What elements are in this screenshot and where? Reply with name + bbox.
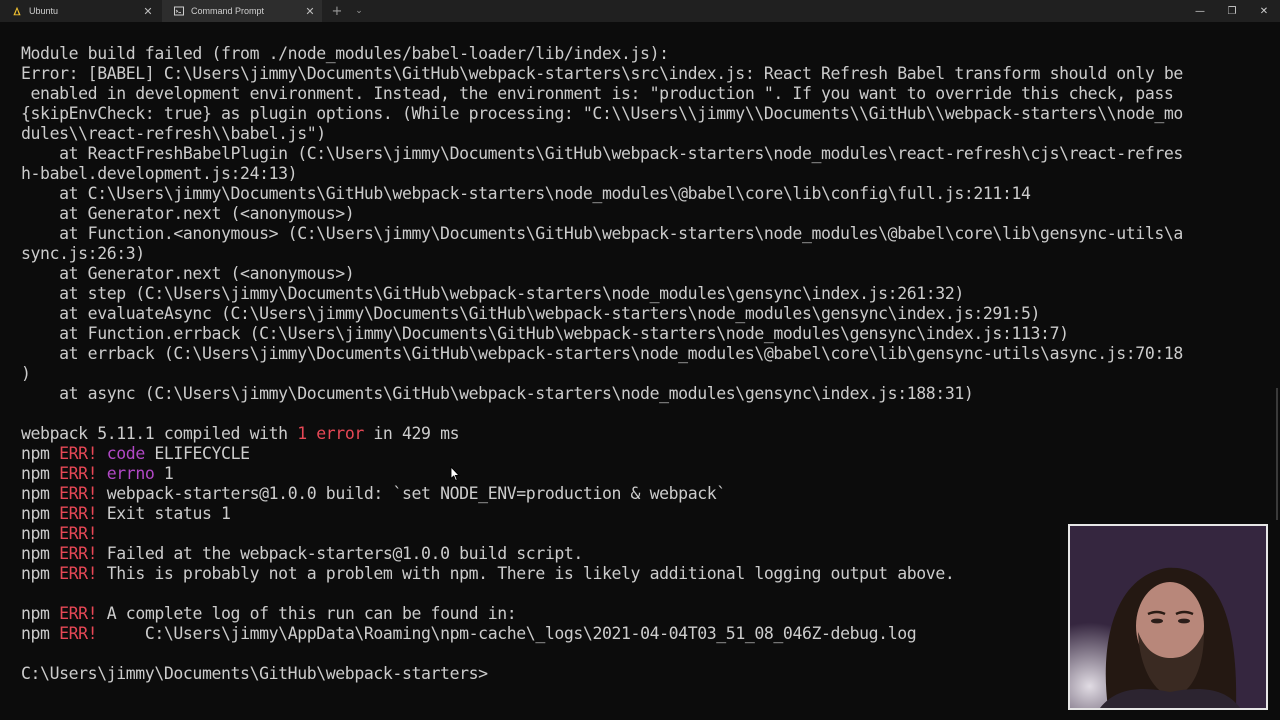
terminal-text: webpack-starters@1.0.0 build: `set NODE_… <box>97 484 726 503</box>
terminal-text: dules\\react-refresh\\babel.js") <box>21 124 326 143</box>
terminal-line: Module build failed (from ./node_modules… <box>21 44 1261 64</box>
terminal-text: Exit status 1 <box>97 504 231 523</box>
titlebar-drag-region[interactable] <box>370 0 1184 22</box>
terminal-text: at step (C:\Users\jimmy\Documents\GitHub… <box>21 284 964 303</box>
terminal-line: at Generator.next (<anonymous>) <box>21 204 1261 224</box>
new-tab-button[interactable]: + <box>326 0 348 22</box>
terminal-text: npm <box>21 504 60 523</box>
terminal-line: enabled in development environment. Inst… <box>21 84 1261 104</box>
terminal-text: at async (C:\Users\jimmy\Documents\GitHu… <box>21 384 974 403</box>
terminal-line: sync.js:26:3) <box>21 244 1261 264</box>
terminal-line: at Function.<anonymous> (C:\Users\jimmy\… <box>21 224 1261 244</box>
tab-label: Command Prompt <box>191 6 265 16</box>
terminal-line: at async (C:\Users\jimmy\Documents\GitHu… <box>21 384 1261 404</box>
terminal-line: at errback (C:\Users\jimmy\Documents\Git… <box>21 344 1261 364</box>
terminal-line: h-babel.development.js:24:13) <box>21 164 1261 184</box>
terminal-text: C:\Users\jimmy\Documents\GitHub\webpack-… <box>21 664 488 683</box>
error-text: ERR! <box>59 564 98 583</box>
terminal-text: at C:\Users\jimmy\Documents\GitHub\webpa… <box>21 184 1031 203</box>
webcam-overlay <box>1068 524 1268 710</box>
presenter-video-image <box>1070 526 1266 708</box>
terminal-text: in 429 ms <box>363 424 460 443</box>
terminal-text: Module build failed (from ./node_modules… <box>21 44 669 63</box>
terminal-line: Error: [BABEL] C:\Users\jimmy\Documents\… <box>21 64 1261 84</box>
terminal-line: at Generator.next (<anonymous>) <box>21 264 1261 284</box>
terminal-text: sync.js:26:3) <box>21 244 145 263</box>
terminal-line: npm ERR! code ELIFECYCLE <box>21 444 1261 464</box>
scrollbar[interactable] <box>1276 388 1278 520</box>
tab-command-prompt[interactable]: Command Prompt ✕ <box>162 0 322 22</box>
terminal-line: at step (C:\Users\jimmy\Documents\GitHub… <box>21 284 1261 304</box>
tab-label: Ubuntu <box>29 6 59 16</box>
terminal-line: ) <box>21 364 1261 384</box>
terminal-text: 1 <box>154 464 174 483</box>
tab-ubuntu[interactable]: Ubuntu ✕ <box>0 0 160 22</box>
terminal-text: This is probably not a problem with npm.… <box>97 564 955 583</box>
terminal-line: npm ERR! errno 1 <box>21 464 1261 484</box>
chevron-down-icon[interactable]: ⌄ <box>348 0 370 22</box>
terminal-text: h-babel.development.js:24:13) <box>21 164 298 183</box>
maximize-button[interactable]: ❐ <box>1216 0 1248 22</box>
cmd-icon <box>174 6 184 16</box>
terminal-line: webpack 5.11.1 compiled with 1 error in … <box>21 424 1261 444</box>
keyword-text: errno <box>106 464 155 483</box>
terminal-text: Error: [BABEL] C:\Users\jimmy\Documents\… <box>21 64 1183 83</box>
terminal-line: npm ERR! Exit status 1 <box>21 504 1261 524</box>
window-close-button[interactable]: ✕ <box>1248 0 1280 22</box>
error-text: ERR! <box>59 444 98 463</box>
error-text: ERR! <box>59 624 98 643</box>
terminal-text: npm <box>21 444 60 463</box>
terminal-text: ELIFECYCLE <box>144 444 250 463</box>
terminal-line: {skipEnvCheck: true} as plugin options. … <box>21 104 1261 124</box>
close-icon[interactable]: ✕ <box>140 3 156 19</box>
terminal-text: ) <box>21 364 31 383</box>
terminal-text: at Generator.next (<anonymous>) <box>21 264 355 283</box>
terminal-line: npm ERR! webpack-starters@1.0.0 build: `… <box>21 484 1261 504</box>
terminal-text: npm <box>21 564 60 583</box>
error-text: ERR! <box>59 544 98 563</box>
terminal-text: at Function.<anonymous> (C:\Users\jimmy\… <box>21 224 1183 243</box>
terminal-text: at ReactFreshBabelPlugin (C:\Users\jimmy… <box>21 144 1183 163</box>
error-text: 1 error <box>297 424 364 443</box>
terminal-text: npm <box>21 524 60 543</box>
keyword-text: code <box>106 444 146 463</box>
terminal-text: npm <box>21 544 60 563</box>
terminal-line: at Function.errback (C:\Users\jimmy\Docu… <box>21 324 1261 344</box>
terminal-text: A complete log of this run can be found … <box>97 604 517 623</box>
terminal-tab-bar: Ubuntu ✕ Command Prompt ✕ + ⌄ — ❐ ✕ <box>0 0 1280 22</box>
error-text: ERR! <box>59 604 98 623</box>
error-text: ERR! <box>59 504 98 523</box>
terminal-text: at errback (C:\Users\jimmy\Documents\Git… <box>21 344 1183 363</box>
terminal-text: at Function.errback (C:\Users\jimmy\Docu… <box>21 324 1069 343</box>
terminal-text: webpack 5.11.1 compiled with <box>21 424 298 443</box>
error-text: ERR! <box>59 464 98 483</box>
terminal-line: dules\\react-refresh\\babel.js") <box>21 124 1261 144</box>
terminal-text: at evaluateAsync (C:\Users\jimmy\Documen… <box>21 304 1041 323</box>
terminal-line: at C:\Users\jimmy\Documents\GitHub\webpa… <box>21 184 1261 204</box>
terminal-text: npm <box>21 604 60 623</box>
terminal-text: npm <box>21 464 60 483</box>
terminal-text: npm <box>21 484 60 503</box>
terminal-line: at evaluateAsync (C:\Users\jimmy\Documen… <box>21 304 1261 324</box>
terminal-line: at ReactFreshBabelPlugin (C:\Users\jimmy… <box>21 144 1261 164</box>
linux-penguin-icon <box>12 6 22 16</box>
error-text: ERR! <box>59 484 98 503</box>
terminal-text: {skipEnvCheck: true} as plugin options. … <box>21 104 1183 123</box>
error-text: ERR! <box>59 524 98 543</box>
minimize-button[interactable]: — <box>1184 0 1216 22</box>
terminal-text: enabled in development environment. Inst… <box>21 84 1174 103</box>
terminal-text: at Generator.next (<anonymous>) <box>21 204 355 223</box>
terminal-text: C:\Users\jimmy\AppData\Roaming\npm-cache… <box>97 624 917 643</box>
close-icon[interactable]: ✕ <box>302 3 318 19</box>
terminal-text: npm <box>21 624 60 643</box>
terminal-text: Failed at the webpack-starters@1.0.0 bui… <box>97 544 584 563</box>
mouse-cursor-icon <box>450 466 460 482</box>
